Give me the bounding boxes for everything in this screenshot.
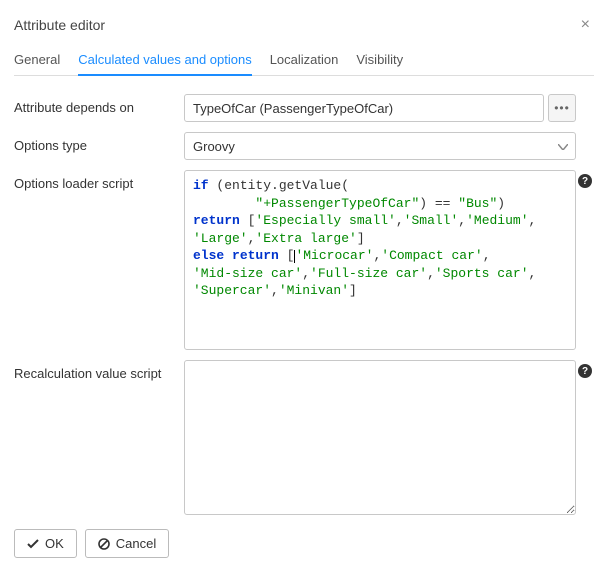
cancel-button[interactable]: Cancel	[85, 529, 169, 558]
help-icon[interactable]: ?	[578, 174, 592, 188]
ok-button[interactable]: OK	[14, 529, 77, 558]
row-recalc-script: Recalculation value script ?	[14, 360, 594, 515]
dialog-buttons: OK Cancel	[14, 529, 594, 558]
recalculation-script-editor[interactable]	[184, 360, 576, 515]
cancel-label: Cancel	[116, 536, 156, 551]
help-icon[interactable]: ?	[578, 364, 592, 378]
close-icon[interactable]: ×	[577, 16, 594, 34]
row-depends-on: Attribute depends on •••	[14, 94, 594, 122]
depends-on-picker-button[interactable]: •••	[548, 94, 576, 122]
options-type-value[interactable]	[184, 132, 576, 160]
tab-visibility[interactable]: Visibility	[356, 46, 403, 75]
row-loader-script: Options loader script if (entity.getValu…	[14, 170, 594, 350]
dialog-header: Attribute editor ×	[14, 10, 594, 46]
label-recalc-script: Recalculation value script	[14, 360, 184, 381]
row-options-type: Options type	[14, 132, 594, 160]
label-depends-on: Attribute depends on	[14, 94, 184, 115]
tab-localization[interactable]: Localization	[270, 46, 339, 75]
label-loader-script: Options loader script	[14, 170, 184, 191]
ellipsis-icon: •••	[554, 101, 570, 115]
cancel-icon	[98, 538, 110, 550]
tab-calculated-values[interactable]: Calculated values and options	[78, 46, 251, 75]
attribute-editor-dialog: Attribute editor × General Calculated va…	[0, 0, 608, 568]
options-type-select[interactable]	[184, 132, 576, 160]
tab-general[interactable]: General	[14, 46, 60, 75]
options-loader-script-editor[interactable]: if (entity.getValue( "+PassengerTypeOfCa…	[184, 170, 576, 350]
ok-label: OK	[45, 536, 64, 551]
depends-on-input[interactable]	[184, 94, 544, 122]
dialog-title: Attribute editor	[14, 17, 105, 33]
label-options-type: Options type	[14, 132, 184, 153]
tabs-bar: General Calculated values and options Lo…	[14, 46, 594, 76]
check-icon	[27, 539, 39, 549]
